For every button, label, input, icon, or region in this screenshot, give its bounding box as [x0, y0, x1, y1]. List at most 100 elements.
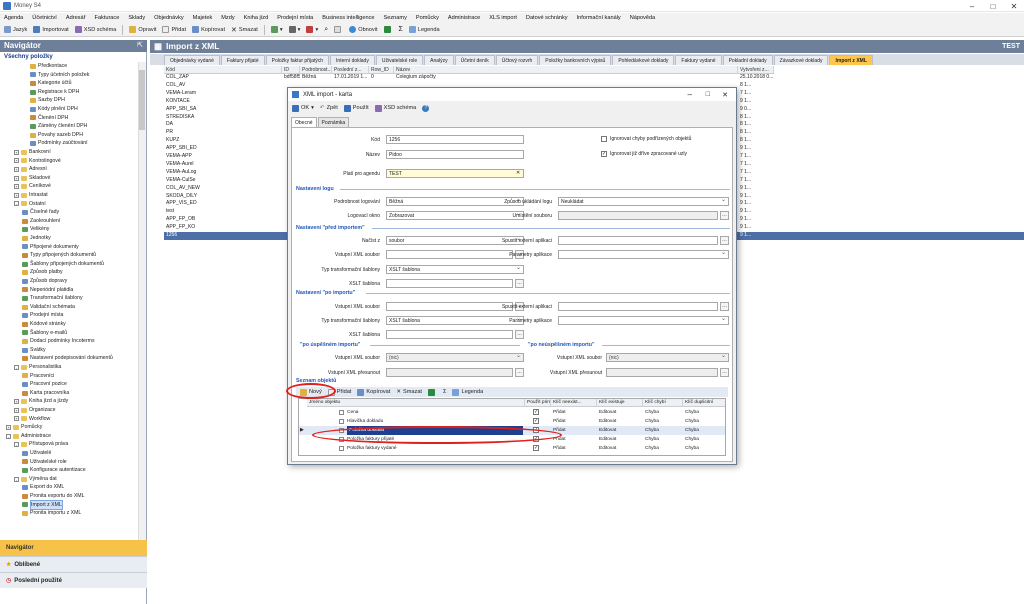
expand-icon[interactable]: +	[14, 175, 19, 181]
nav-item[interactable]: + Adresní	[14, 165, 47, 174]
template-type-after-select[interactable]: XSLT šablona	[386, 316, 524, 325]
nav-item[interactable]: Validační schémata	[22, 303, 75, 312]
nav-item[interactable]: Nastavení podepisování dokumentů	[22, 354, 113, 363]
nav-item[interactable]: Dodací podmínky Incoterms	[22, 337, 95, 346]
refresh-button[interactable]: Obnovit	[349, 26, 378, 33]
nav-item[interactable]: Uživatelé	[22, 449, 51, 458]
nav-item[interactable]: Konfigurace autentizace	[22, 466, 86, 475]
nav-item[interactable]: Velikény	[22, 225, 49, 234]
apply-button[interactable]: Použít	[343, 104, 369, 112]
failure-move-browse-button[interactable]: …	[720, 368, 729, 377]
nav-item[interactable]: + Intrastat	[14, 191, 48, 200]
nav-item[interactable]: Předkontace	[30, 62, 67, 71]
filter-button[interactable]: ▾	[270, 26, 283, 33]
run-app-browse-button[interactable]: …	[720, 236, 729, 245]
dialog-close-icon[interactable]: ✕	[722, 91, 728, 99]
tab-11[interactable]: Pokladní doklady	[722, 55, 773, 65]
xslt-template-browse-button[interactable]: …	[515, 279, 524, 288]
excel-button[interactable]	[383, 26, 393, 33]
language-button[interactable]: Jazyk	[4, 26, 27, 33]
nav-item[interactable]: - Ostatní	[14, 200, 46, 209]
tab-12[interactable]: Závazkové doklady	[773, 55, 829, 65]
nav-item[interactable]: + Skladové	[14, 174, 50, 183]
use-primary-checkbox[interactable]: ✓	[533, 409, 539, 415]
table-row[interactable]: COL_ZAP bdf58f54275...Běžná 17.01.2019 1..…	[164, 74, 1024, 82]
nav-section-favorites[interactable]: ★ Oblíbené	[0, 556, 147, 572]
menu-3[interactable]: Fakturace	[94, 15, 119, 21]
expand-icon[interactable]: -	[14, 476, 19, 482]
column-header[interactable]: Vytvořeni z...	[738, 66, 774, 74]
add-button[interactable]: Přidat	[162, 26, 186, 33]
ok-button[interactable]: OK ▾	[292, 104, 314, 112]
nav-item[interactable]: Povahy sazeb DPH	[30, 131, 83, 140]
nav-item[interactable]: Jednotky	[22, 234, 51, 243]
success-input-select[interactable]: (nic)	[386, 353, 524, 362]
nav-item[interactable]: Sazby DPH	[30, 96, 65, 105]
menu-8[interactable]: Kniha jízd	[244, 15, 269, 21]
object-column-header[interactable]: Klíč duplicitní	[683, 399, 725, 407]
doc-button[interactable]	[334, 26, 343, 33]
expand-icon[interactable]: -	[6, 433, 11, 439]
app-params-select[interactable]	[558, 250, 729, 259]
menu-13[interactable]: Administrace	[448, 15, 480, 21]
xsd-schema-button[interactable]: XSD schéma	[74, 26, 116, 33]
object-column-header[interactable]: Klíč existuje	[597, 399, 643, 407]
expand-icon[interactable]: -	[14, 364, 19, 370]
ignore-errors-checkbox[interactable]	[601, 136, 607, 142]
menu-15[interactable]: Datové schránky	[526, 15, 568, 21]
nav-item[interactable]: - Přístupová práva	[14, 440, 68, 449]
nav-item[interactable]: Registrace k DPH	[30, 88, 79, 97]
nav-item[interactable]: Prodejní místa	[22, 311, 63, 320]
object-column-header[interactable]: Jméno objektu	[307, 399, 525, 407]
tab-10[interactable]: Faktury vydané	[675, 55, 722, 65]
nav-item[interactable]: + Kniha jízd a jízdy	[14, 397, 68, 406]
nav-item[interactable]: Kódy plnění DPH	[30, 105, 78, 114]
object-column-header[interactable]: Použít prim...	[525, 399, 551, 407]
menu-12[interactable]: Pomůcky	[416, 15, 439, 21]
object-column-header[interactable]: Klíč neexist...	[551, 399, 597, 407]
column-header[interactable]: Název	[394, 66, 738, 74]
nav-item[interactable]: Členění DPH	[30, 114, 68, 123]
nav-item[interactable]: Import z XML	[22, 499, 63, 511]
nav-item[interactable]: + Bankovní	[14, 148, 51, 157]
name-field[interactable]: Pidoo	[386, 150, 524, 159]
log-window-select[interactable]: Zobrazovat	[386, 211, 524, 220]
dialog-minimize-icon[interactable]: –	[688, 90, 692, 99]
nav-item[interactable]: Typy účetních položek	[30, 71, 89, 80]
nav-item[interactable]: Způsob dopravy	[22, 277, 67, 286]
nav-item[interactable]: Transformační šablony	[22, 294, 83, 303]
nav-item[interactable]: Uživatelské role	[22, 458, 67, 467]
help-button[interactable]: ?	[422, 104, 430, 112]
column-header[interactable]: Podrobnost...	[300, 66, 332, 74]
code-field[interactable]: 1256	[386, 135, 524, 144]
nav-item[interactable]: + Organizace	[14, 406, 56, 415]
tab-7[interactable]: Účtový rozvrh	[495, 55, 539, 65]
tab-2[interactable]: Položky faktur přijatých	[265, 55, 330, 65]
menu-7[interactable]: Mzdy	[221, 15, 234, 21]
tab-8[interactable]: Položky bankovních výpisů	[539, 55, 612, 65]
nav-item[interactable]: Číselné řady	[22, 208, 59, 217]
expand-icon[interactable]: +	[14, 166, 19, 172]
object-sum-button[interactable]: Σ	[443, 389, 446, 395]
clear-agenda-icon[interactable]: ✕	[516, 170, 520, 176]
tab-9[interactable]: Pohledávkové doklady	[612, 55, 675, 65]
tab-note[interactable]: Poznámka	[317, 117, 350, 127]
nav-item[interactable]: - Výměna dat	[14, 475, 57, 484]
file-location-field[interactable]	[558, 211, 718, 220]
nav-item[interactable]: + Workflow	[14, 415, 50, 424]
minimize-icon[interactable]: –	[962, 0, 982, 12]
tab-general[interactable]: Obecné	[291, 117, 317, 127]
tab-5[interactable]: Analýzy	[424, 55, 454, 65]
navigator-all-items[interactable]: Všechny položky	[0, 52, 147, 62]
nav-item[interactable]: Typy připojených dokumentů	[22, 251, 96, 260]
nav-item[interactable]: Připojené dokumenty	[22, 243, 79, 252]
run-app-field[interactable]	[558, 236, 718, 245]
nav-item[interactable]: + Kontrolingové	[14, 157, 61, 166]
nav-item[interactable]: Kategorie účtů	[30, 79, 71, 88]
export-button[interactable]: ▾	[306, 26, 318, 33]
expand-icon[interactable]: +	[6, 424, 11, 430]
nav-item[interactable]: Šablony připojených dokumentů	[22, 260, 104, 269]
menu-0[interactable]: Agenda	[4, 15, 23, 21]
nav-item[interactable]: + Ceníkové	[14, 182, 51, 191]
input-xml-after-field[interactable]	[386, 302, 513, 311]
